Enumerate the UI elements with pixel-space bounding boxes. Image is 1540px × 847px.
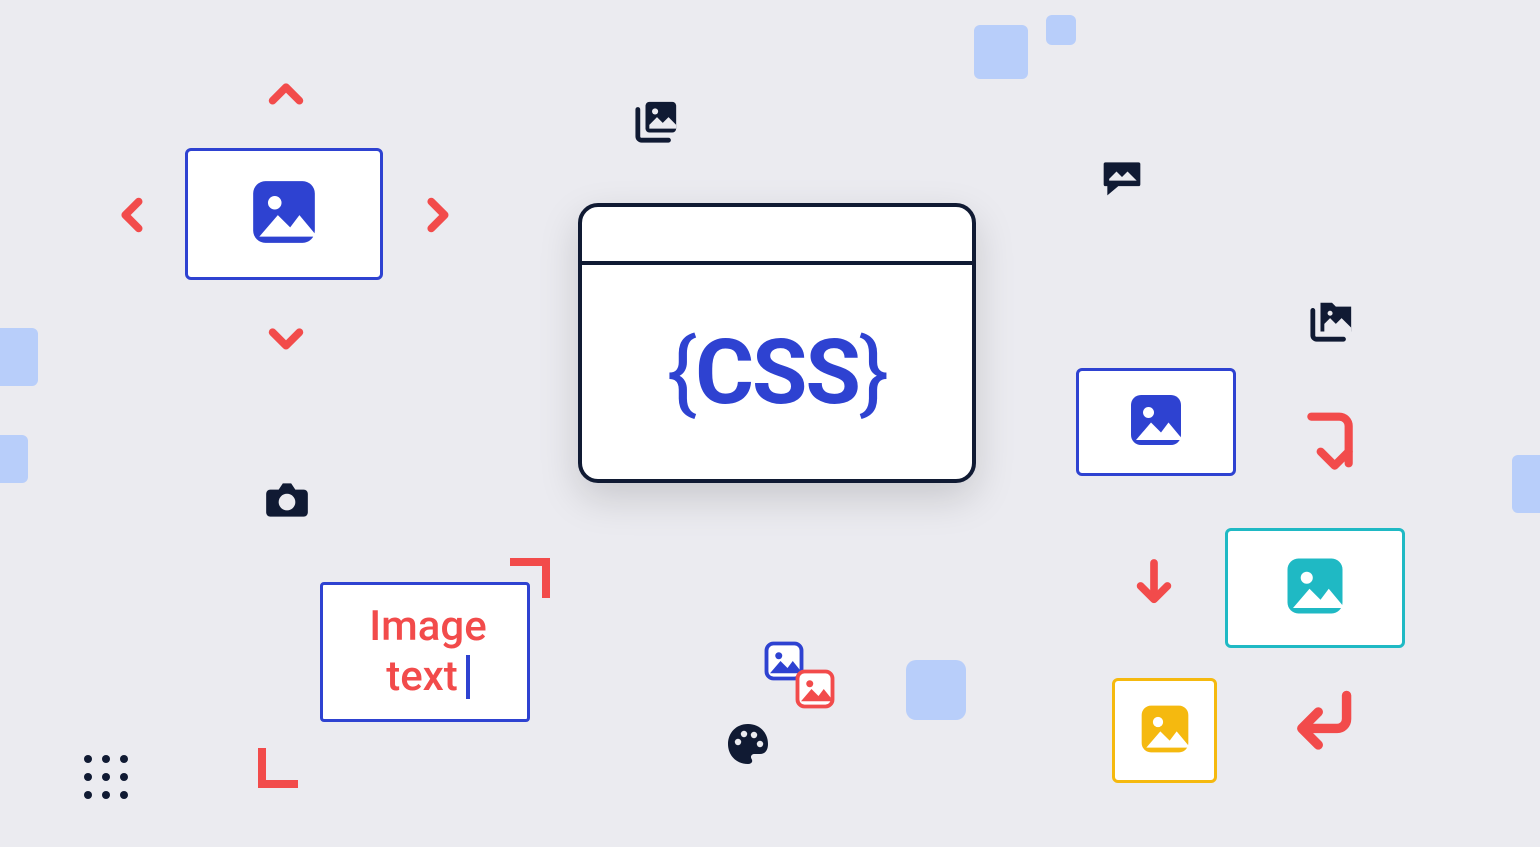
window-titlebar xyxy=(582,207,972,265)
css-window: {CSS} xyxy=(578,203,976,483)
image-text-line1: Image xyxy=(369,602,486,652)
arrow-return-icon xyxy=(1290,686,1356,756)
text-cursor xyxy=(466,655,470,699)
image-icon xyxy=(1126,390,1186,454)
image-icon xyxy=(1282,553,1348,623)
decorative-square xyxy=(974,25,1028,79)
decorative-square xyxy=(0,435,28,483)
camera-icon xyxy=(262,475,312,529)
dots-grid-icon xyxy=(84,755,128,799)
brace-open: { xyxy=(667,320,695,425)
chevron-up-icon xyxy=(263,70,309,120)
decorative-square xyxy=(906,660,966,720)
image-icon xyxy=(1137,701,1193,761)
image-card-centerable xyxy=(185,148,383,280)
image-card-yellow xyxy=(1112,678,1217,783)
decorative-square xyxy=(0,328,38,386)
chevron-right-icon xyxy=(414,192,460,242)
image-folder-icon xyxy=(1309,297,1355,347)
arrow-down-left-icon xyxy=(1302,410,1358,488)
image-card-blue xyxy=(1076,368,1236,476)
css-label: CSS xyxy=(695,320,859,425)
chevron-left-icon xyxy=(108,192,154,242)
image-icon-small-red xyxy=(794,668,836,714)
chat-image-icon xyxy=(1100,155,1144,203)
image-text-line2: text xyxy=(386,652,458,702)
arrow-down-icon xyxy=(1131,556,1177,616)
crop-corner-bl xyxy=(258,748,298,788)
decorative-square xyxy=(1046,15,1076,45)
image-icon xyxy=(247,175,321,253)
decorative-square xyxy=(1512,455,1540,513)
chevron-down-icon xyxy=(263,315,309,365)
brace-close: } xyxy=(859,320,887,425)
image-card-teal xyxy=(1225,528,1405,648)
palette-icon xyxy=(724,720,772,772)
image-stack-icon xyxy=(634,98,680,148)
image-text-card: Image text xyxy=(320,582,530,722)
window-content: {CSS} xyxy=(582,265,972,479)
crop-corner-tr xyxy=(510,558,550,598)
